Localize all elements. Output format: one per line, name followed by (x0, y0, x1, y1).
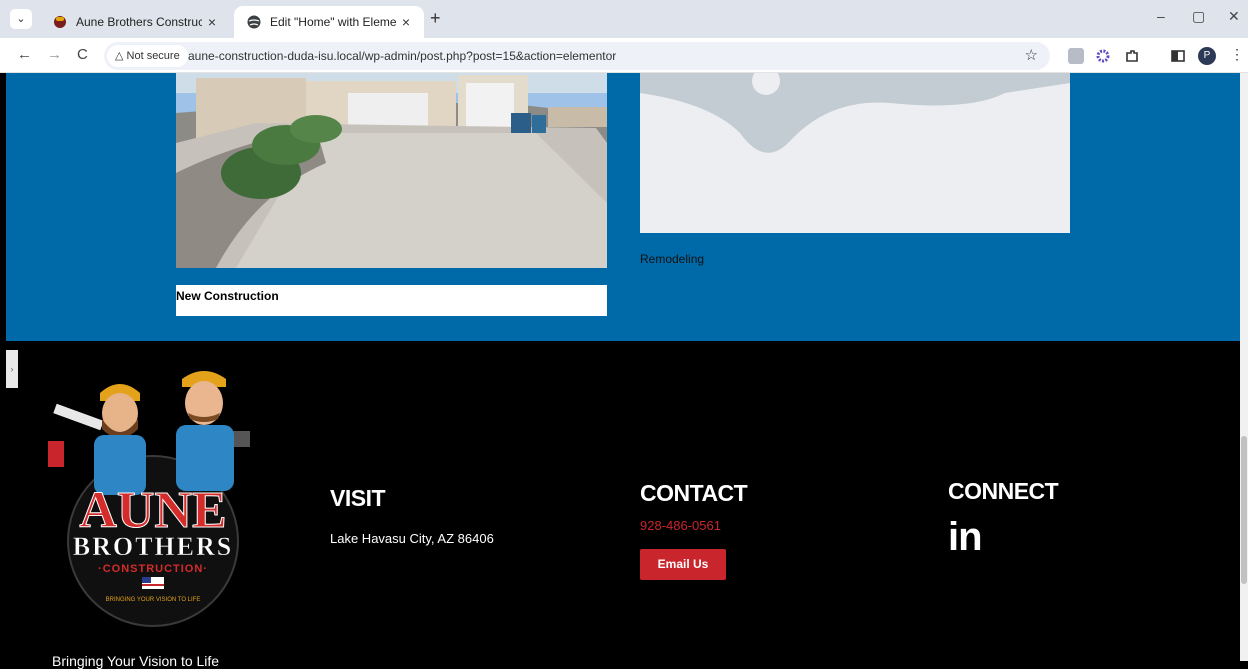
back-icon[interactable]: ← (17, 46, 32, 63)
tab-strip: ⌄ Aune Brothers Construction × Edit "Hom… (0, 0, 1248, 38)
logo-word-construction: ·CONSTRUCTION· (98, 563, 208, 575)
extensions-puzzle-icon[interactable] (1124, 48, 1140, 64)
remodeling-title[interactable]: Remodeling (640, 252, 704, 266)
tab-elementor-edit[interactable]: Edit "Home" with Elementor × (234, 6, 424, 38)
tab-search-button[interactable]: ⌄ (10, 9, 32, 29)
browser-toolbar: ← → C △ Not secure aune-construction-dud… (0, 38, 1248, 73)
address-bar[interactable]: △ Not secure aune-construction-duda-isu.… (104, 42, 1050, 70)
bookmark-star-icon[interactable]: ☆ (1025, 46, 1038, 64)
security-indicator[interactable]: △ Not secure (107, 45, 188, 67)
connect-heading: CONNECT (948, 478, 1059, 504)
tab-title: Edit "Home" with Elementor (270, 15, 396, 29)
worker-left (94, 384, 146, 495)
worker-right (176, 371, 234, 491)
panel-toggle-icon[interactable]: › (6, 350, 18, 388)
email-us-button[interactable]: Email Us (640, 549, 726, 580)
remodeling-image-placeholder[interactable] (640, 73, 1070, 233)
new-construction-photo[interactable] (176, 73, 607, 268)
visit-address: Lake Havasu City, AZ 86406 (330, 531, 494, 546)
house-driveway-image (176, 73, 607, 268)
shovel-handle (53, 403, 104, 431)
scrollbar-thumb[interactable] (1241, 436, 1247, 584)
forward-icon[interactable]: → (47, 46, 62, 63)
extension-icon[interactable] (1068, 48, 1084, 64)
logo-word-aune: AUNE (79, 482, 226, 539)
phone-link[interactable]: 928-486-0561 (640, 518, 721, 533)
tab-aune-brothers[interactable]: Aune Brothers Construction × (40, 6, 230, 38)
new-construction-title[interactable]: New Construction (176, 289, 279, 303)
aune-favicon-icon (54, 16, 66, 28)
placeholder-mountain-icon (640, 73, 1070, 153)
new-tab-button[interactable]: + (430, 8, 441, 29)
footer-tagline: Bringing Your Vision to Life (52, 653, 220, 669)
browser-menu-icon[interactable]: ⋮ (1230, 46, 1244, 63)
window-close-icon[interactable]: ✕ (1228, 8, 1240, 25)
aune-brothers-logo[interactable]: AUNE BROTHERS ·CONSTRUCTION· BRINGING YO… (36, 365, 270, 629)
extension-gear-icon[interactable] (1095, 48, 1111, 64)
logo-slogan: BRINGING YOUR VISION TO LIFE (106, 597, 201, 603)
reload-icon[interactable]: C (77, 46, 88, 63)
logo-word-brothers: BROTHERS (73, 532, 234, 561)
minimize-icon[interactable]: – (1157, 8, 1165, 24)
contact-heading: CONTACT (640, 480, 748, 506)
tab-title: Aune Brothers Construction (76, 15, 202, 29)
visit-heading: VISIT (330, 485, 386, 511)
profile-avatar[interactable]: P (1198, 47, 1216, 65)
url-text[interactable]: aune-construction-duda-isu.local/wp-admi… (188, 49, 616, 63)
close-tab-icon[interactable]: × (202, 14, 222, 30)
linkedin-icon[interactable]: in (948, 515, 983, 560)
close-tab-icon[interactable]: × (396, 14, 416, 30)
new-construction-caption-box[interactable]: New Construction (176, 285, 607, 316)
side-panel-icon[interactable] (1170, 48, 1186, 64)
globe-icon (247, 15, 261, 29)
shovel-blade (48, 441, 64, 467)
restore-icon[interactable]: ▢ (1192, 8, 1205, 25)
